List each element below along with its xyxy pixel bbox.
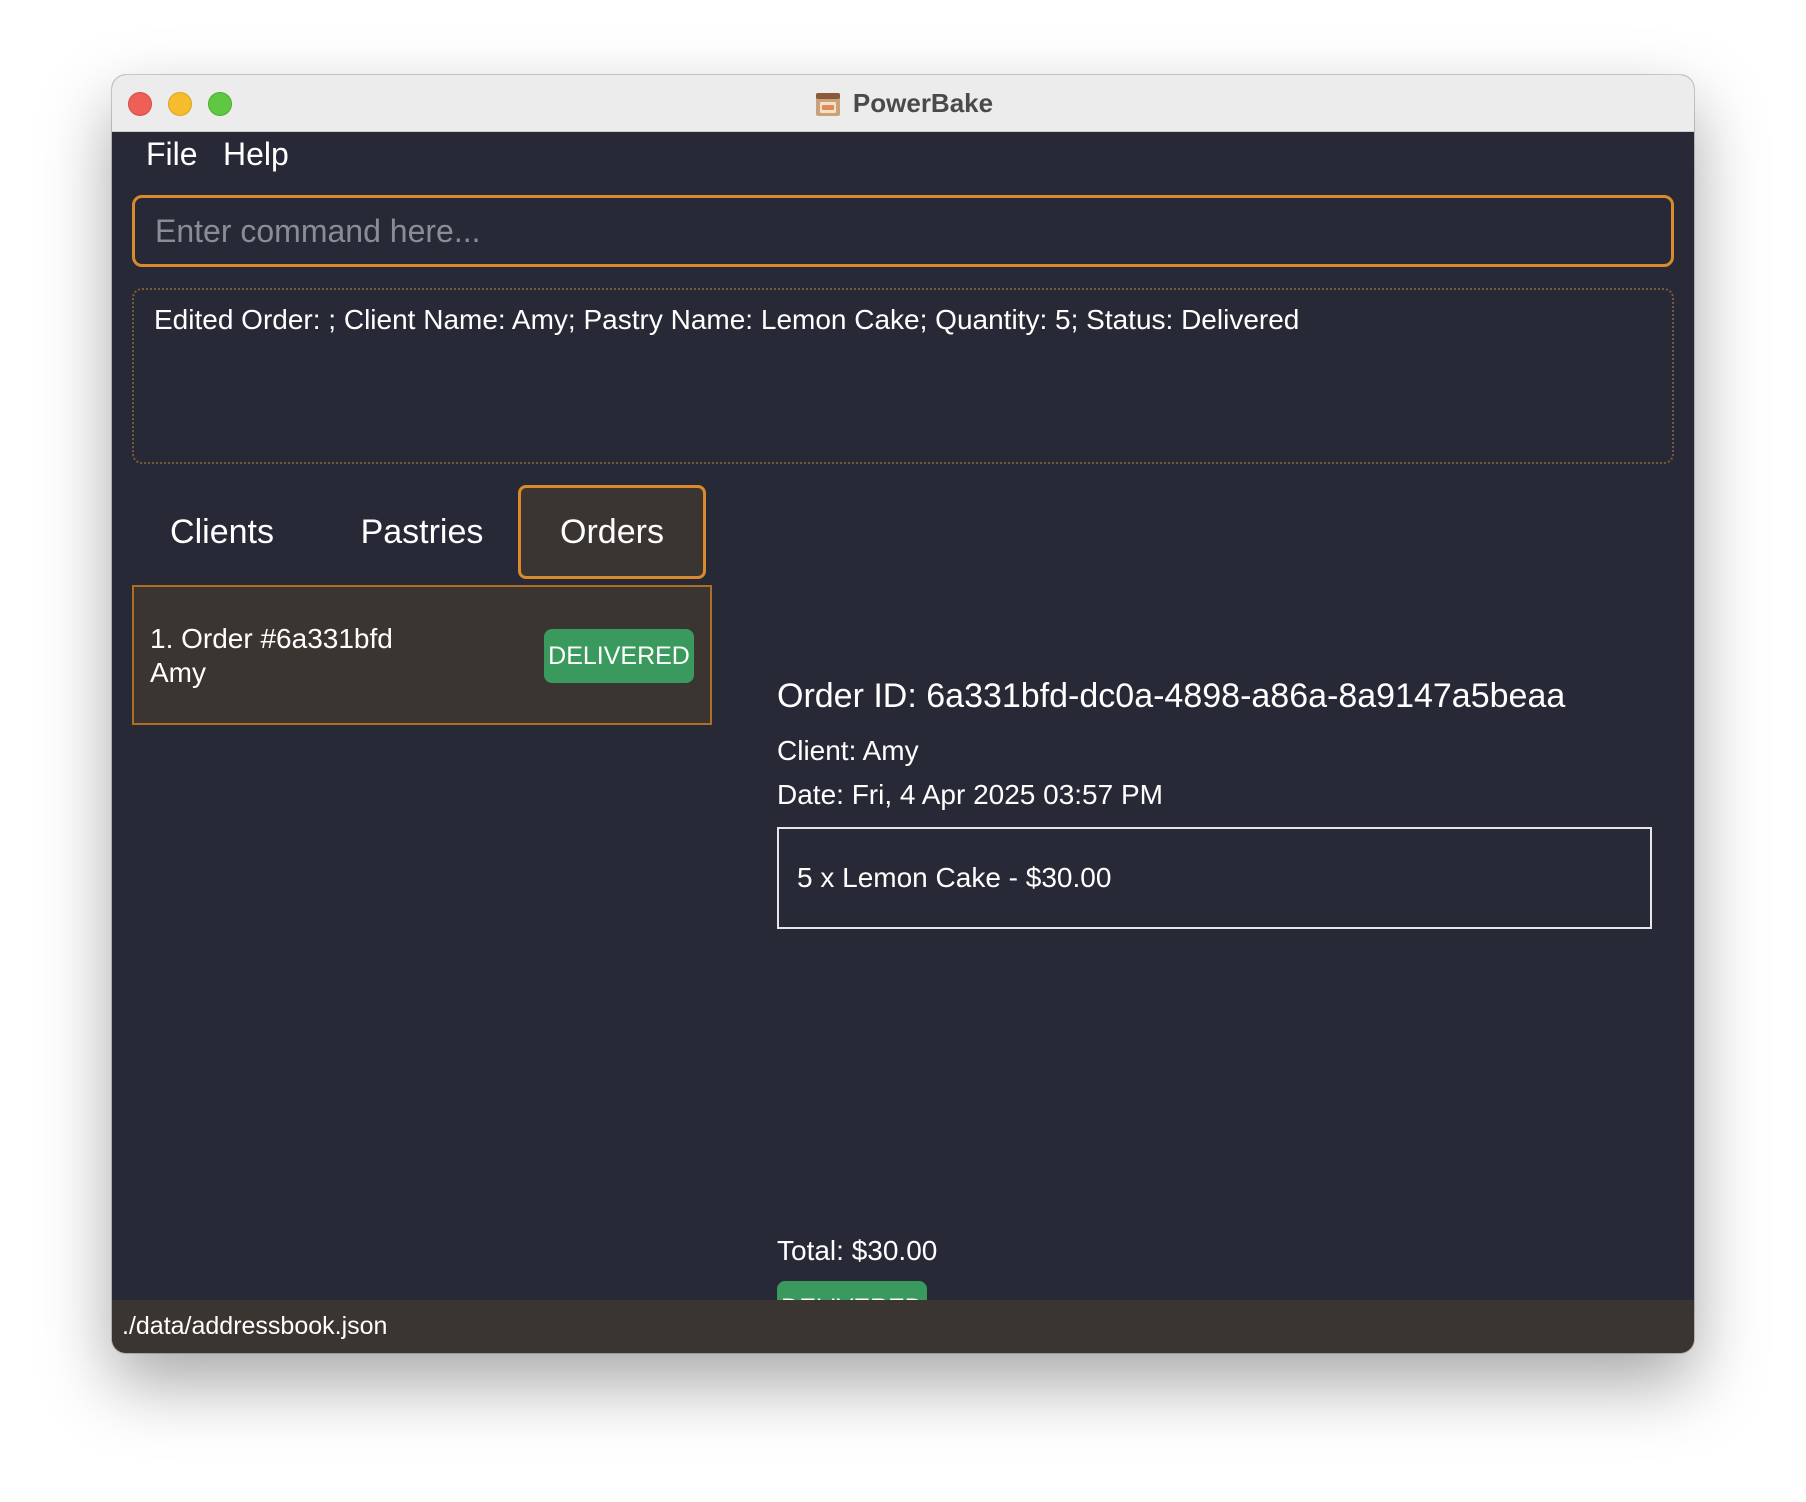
command-input[interactable] [135,198,1671,264]
order-client: Amy [150,657,206,688]
menu-help[interactable]: Help [223,136,289,173]
order-title: 1. Order #6a331bfd [150,623,393,654]
title-bar: PowerBake [112,75,1694,132]
command-box [132,195,1674,267]
title-group: PowerBake [112,75,1694,132]
bakery-oven-icon [815,92,840,116]
tab-pastries[interactable]: Pastries [317,485,527,579]
order-date: Date: Fri, 4 Apr 2025 03:57 PM [777,779,1163,810]
order-detail-panel: Order ID: 6a331bfd-dc0a-4898-a86a-8a9147… [777,595,1657,1335]
result-message: Edited Order: ; Client Name: Amy; Pastry… [154,304,1300,335]
order-list: 1. Order #6a331bfd Amy DELIVERED [132,585,712,1225]
order-client-detail: Client: Amy [777,735,919,766]
save-location-path: ./data/addressbook.json [122,1312,388,1340]
tab-clients[interactable]: Clients [132,485,312,579]
menu-file[interactable]: File [146,136,198,173]
order-items-list: 5 x Lemon Cake - $30.00 [777,827,1652,929]
app-window: PowerBake File Help Edited Order: ; Clie… [112,75,1694,1353]
window-title: PowerBake [852,88,994,118]
tab-orders[interactable]: Orders [518,485,706,579]
order-status-badge: DELIVERED [544,629,694,683]
order-list-item[interactable]: 1. Order #6a331bfd Amy DELIVERED [132,585,712,725]
order-item: 5 x Lemon Cake - $30.00 [797,862,1112,893]
order-id: Order ID: 6a331bfd-dc0a-4898-a86a-8a9147… [777,677,1566,715]
order-total: Total: $30.00 [777,1235,938,1266]
result-display: Edited Order: ; Client Name: Amy; Pastry… [132,288,1674,464]
status-bar: ./data/addressbook.json [112,1300,1694,1353]
